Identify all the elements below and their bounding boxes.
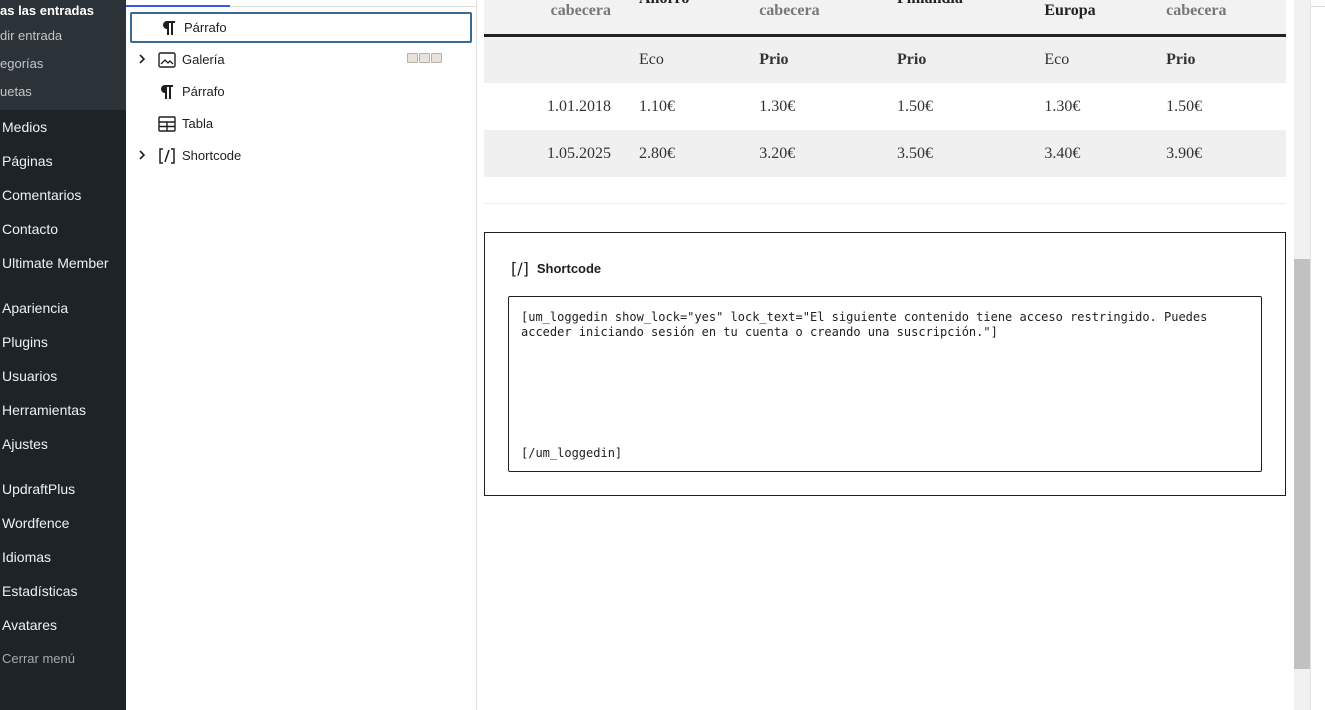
- list-item-label: Párrafo: [182, 84, 225, 99]
- gallery-icon: [154, 50, 180, 70]
- list-item-label: Galería: [182, 52, 225, 67]
- tab-divider: [230, 6, 477, 7]
- editor-screen: as las entradas dir entrada egorías ueta…: [0, 0, 1325, 710]
- table-cell[interactable]: Prio: [1148, 36, 1286, 83]
- table-header-cell[interactable]: Ahorro: [621, 0, 742, 36]
- chevron-right-icon[interactable]: [130, 53, 154, 67]
- table-cell[interactable]: 1.10€: [621, 83, 741, 130]
- price-table[interactable]: cabecera Ahorro cabecera Finlandia Europ…: [484, 0, 1286, 177]
- table-cell[interactable]: Prio: [879, 36, 1027, 83]
- gallery-thumbnail: [419, 53, 430, 63]
- menu-separator: [0, 461, 126, 472]
- table-cell[interactable]: Eco: [621, 36, 742, 83]
- panel-divider: [1311, 0, 1325, 7]
- table-header-cell[interactable]: cabecera: [741, 0, 880, 36]
- shortcode-text-line: [um_loggedin show_lock="yes" lock_text="…: [521, 310, 1208, 324]
- gallery-thumbnail: [431, 53, 442, 63]
- submenu-add-post[interactable]: dir entrada: [0, 22, 126, 50]
- table-header-border: [484, 34, 1286, 37]
- menu-plugins[interactable]: Plugins: [0, 325, 126, 359]
- menu-comments[interactable]: Comentarios: [0, 178, 126, 212]
- list-item-shortcode[interactable]: Shortcode: [130, 140, 472, 171]
- table-cell[interactable]: 3.90€: [1148, 130, 1286, 177]
- table-row: 1.05.2025 2.80€ 3.20€ 3.50€ 3.40€ 3.90€: [484, 130, 1286, 177]
- list-item-table[interactable]: Tabla: [130, 108, 472, 139]
- list-item-label: Shortcode: [182, 148, 242, 163]
- gallery-thumbnail: [407, 53, 418, 63]
- menu-separator: [0, 280, 126, 291]
- shortcode-title-label: Shortcode: [536, 261, 602, 276]
- list-item-gallery[interactable]: Galería: [130, 44, 472, 75]
- menu-users[interactable]: Usuarios: [0, 359, 126, 393]
- menu-wordfence[interactable]: Wordfence: [0, 506, 126, 540]
- table-cell[interactable]: 1.30€: [1026, 83, 1148, 130]
- shortcode-icon: [154, 146, 180, 166]
- menu-tools[interactable]: Herramientas: [0, 393, 126, 427]
- menu-pages[interactable]: Páginas: [0, 144, 126, 178]
- table-cell[interactable]: Eco: [1026, 36, 1149, 83]
- table-cell[interactable]: 3.50€: [879, 130, 1027, 177]
- shortcode-textarea[interactable]: [um_loggedin show_lock="yes" lock_text="…: [508, 296, 1262, 472]
- list-item-label: Tabla: [182, 116, 214, 131]
- table-cell[interactable]: 1.05.2025: [484, 130, 621, 177]
- posts-submenu: as las entradas dir entrada egorías ueta…: [0, 0, 126, 110]
- table-header-cell[interactable]: cabecera: [1148, 0, 1286, 36]
- table-header-row: cabecera Ahorro cabecera Finlandia Europ…: [484, 0, 1286, 36]
- menu-settings[interactable]: Ajustes: [0, 427, 126, 461]
- list-item-paragraph[interactable]: Párrafo: [130, 12, 472, 43]
- collapse-menu-button[interactable]: Cerrar menú: [0, 642, 126, 676]
- list-view-tab-indicator: [126, 0, 230, 7]
- block-separator: [484, 203, 1286, 204]
- menu-media[interactable]: Medios: [0, 110, 126, 144]
- table-cell[interactable]: 3.40€: [1026, 130, 1149, 177]
- table-icon: [154, 114, 180, 134]
- table-cell[interactable]: 3.20€: [741, 130, 880, 177]
- shortcode-block-title: [/] Shortcode: [511, 259, 601, 278]
- list-item-label: Párrafo: [184, 20, 227, 35]
- menu-contact[interactable]: Contacto: [0, 212, 126, 246]
- table-subheader-row: Eco Prio Prio Eco Prio: [484, 36, 1286, 83]
- table-header-cell[interactable]: Europa: [1026, 0, 1149, 36]
- gallery-thumbnails: [407, 53, 442, 63]
- shortcode-icon: [/]: [511, 259, 529, 278]
- list-view-panel: Párrafo Galería Párrafo Tabla Shortcode: [126, 0, 477, 710]
- submenu-categories[interactable]: egorías: [0, 50, 126, 78]
- paragraph-icon: [156, 18, 182, 38]
- table-cell[interactable]: Prio: [741, 36, 880, 83]
- menu-avatars[interactable]: Avatares: [0, 608, 126, 642]
- menu-statistics[interactable]: Estadísticas: [0, 574, 126, 608]
- table-row: 1.01.2018 1.10€ 1.30€ 1.50€ 1.30€ 1.50€: [484, 83, 1286, 130]
- scrollbar-thumb[interactable]: [1294, 259, 1310, 669]
- chevron-right-icon[interactable]: [130, 149, 154, 163]
- editor-canvas[interactable]: cabecera Ahorro cabecera Finlandia Europ…: [477, 0, 1294, 710]
- menu-updraftplus[interactable]: UpdraftPlus: [0, 472, 126, 506]
- table-cell[interactable]: 2.80€: [621, 130, 742, 177]
- list-item-paragraph[interactable]: Párrafo: [130, 76, 472, 107]
- table-header-cell[interactable]: cabecera: [484, 0, 621, 36]
- submenu-all-posts[interactable]: as las entradas: [0, 0, 126, 22]
- menu-languages[interactable]: Idiomas: [0, 540, 126, 574]
- menu-appearance[interactable]: Apariencia: [0, 291, 126, 325]
- table-cell[interactable]: 1.50€: [1148, 83, 1286, 130]
- table-cell[interactable]: 1.50€: [879, 83, 1026, 130]
- right-panel-edge: [1310, 0, 1325, 710]
- shortcode-text-close: [/um_loggedin]: [521, 446, 623, 460]
- shortcode-block[interactable]: [/] Shortcode [um_loggedin show_lock="ye…: [484, 232, 1286, 496]
- submenu-tags[interactable]: uetas: [0, 78, 126, 106]
- shortcode-text-line: acceder iniciando sesión en tu cuenta o …: [521, 325, 998, 339]
- admin-sidebar: as las entradas dir entrada egorías ueta…: [0, 0, 126, 710]
- paragraph-icon: [154, 82, 180, 102]
- table-cell[interactable]: 1.01.2018: [484, 83, 621, 130]
- table-cell[interactable]: 1.30€: [741, 83, 879, 130]
- table-header-cell[interactable]: Finlandia: [879, 0, 1027, 36]
- menu-ultimate-member[interactable]: Ultimate Member: [0, 246, 126, 280]
- table-cell[interactable]: [484, 36, 621, 83]
